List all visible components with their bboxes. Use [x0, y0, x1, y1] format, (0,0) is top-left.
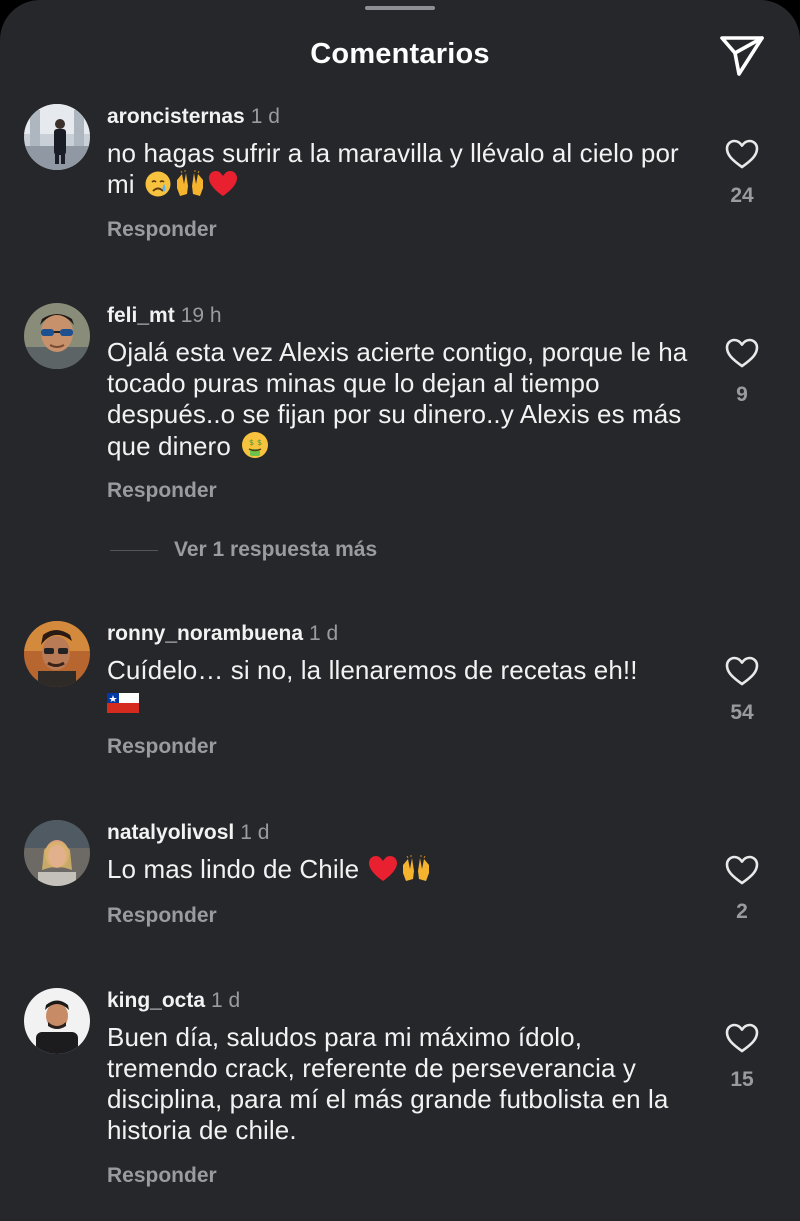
like-count: 9	[736, 383, 748, 406]
heart-icon[interactable]	[724, 337, 760, 369]
avatar[interactable]	[24, 303, 90, 369]
red-heart-emoji	[208, 170, 238, 205]
comment-username[interactable]: aroncisternas	[107, 105, 245, 128]
sheet-grabber[interactable]	[365, 6, 435, 10]
crying-face-emoji	[144, 170, 172, 205]
reply-button[interactable]: Responder	[107, 1164, 217, 1188]
heart-icon[interactable]	[724, 655, 760, 687]
like-area: 2	[718, 854, 766, 924]
reply-button[interactable]: Responder	[107, 904, 217, 928]
svg-text:$: $	[257, 438, 262, 447]
comment-text-container: no hagas sufrir a la maravilla y llévalo…	[107, 138, 697, 205]
like-area: 54	[718, 655, 766, 725]
comment-time: 1 d	[240, 821, 270, 844]
comment-text: Cuídelo… si no, la llenaremos de recetas…	[107, 655, 638, 685]
avatar[interactable]	[24, 820, 90, 886]
raised-hands-emoji	[174, 170, 206, 205]
reply-button[interactable]: Responder	[107, 735, 217, 759]
reply-button[interactable]: Responder	[107, 218, 217, 242]
page-title: Comentarios	[310, 38, 490, 70]
comment-time: 1 d	[309, 622, 339, 645]
comment-username[interactable]: natalyolivosl	[107, 821, 234, 844]
money-mouth-face-emoji: $ $	[240, 430, 270, 467]
like-count: 24	[730, 184, 754, 207]
like-area: 9	[718, 337, 766, 407]
view-replies-button[interactable]: Ver 1 respuesta más	[110, 538, 377, 562]
divider-line	[110, 549, 158, 551]
svg-text:$: $	[249, 438, 254, 447]
like-count: 2	[736, 900, 748, 923]
heart-icon[interactable]	[724, 1022, 760, 1054]
comment-time: 19 h	[180, 304, 222, 327]
avatar[interactable]	[24, 621, 90, 687]
comment-time: 1 d	[250, 105, 280, 128]
heart-icon[interactable]	[724, 854, 760, 886]
comment-text: Lo mas lindo de Chile	[107, 854, 360, 884]
chile-flag-emoji	[107, 691, 139, 722]
raised-hands-emoji	[400, 855, 432, 890]
comment-username[interactable]: feli_mt	[107, 304, 175, 327]
comment-text-container: Lo mas lindo de Chile	[107, 854, 697, 890]
comment-time: 1 d	[211, 989, 241, 1012]
comment-text-container: Buen día, saludos para mi máximo ídolo, …	[107, 1022, 697, 1146]
paper-plane-icon	[720, 36, 764, 76]
comment-username[interactable]: ronny_norambuena	[107, 622, 303, 645]
like-area: 24	[718, 138, 766, 208]
like-count: 54	[730, 701, 754, 724]
like-area: 15	[718, 1022, 766, 1092]
view-replies-label: Ver 1 respuesta más	[174, 538, 378, 561]
comment-username[interactable]: king_octa	[107, 989, 205, 1012]
avatar[interactable]	[24, 988, 90, 1054]
comment-text: Ojalá esta vez Alexis acierte contigo, p…	[107, 337, 688, 461]
comment-text-container: Ojalá esta vez Alexis acierte contigo, p…	[107, 337, 697, 467]
comments-sheet: Comentarios aroncisternas 1 d no hagas s…	[0, 0, 800, 1221]
heart-icon[interactable]	[724, 138, 760, 170]
like-count: 15	[730, 1068, 754, 1091]
red-heart-emoji	[368, 855, 398, 890]
reply-button[interactable]: Responder	[107, 479, 217, 503]
avatar[interactable]	[24, 104, 90, 170]
comment-text-container: Cuídelo… si no, la llenaremos de recetas…	[107, 655, 697, 722]
comment-text: Buen día, saludos para mi máximo ídolo, …	[107, 1022, 669, 1145]
share-button[interactable]	[716, 30, 768, 80]
